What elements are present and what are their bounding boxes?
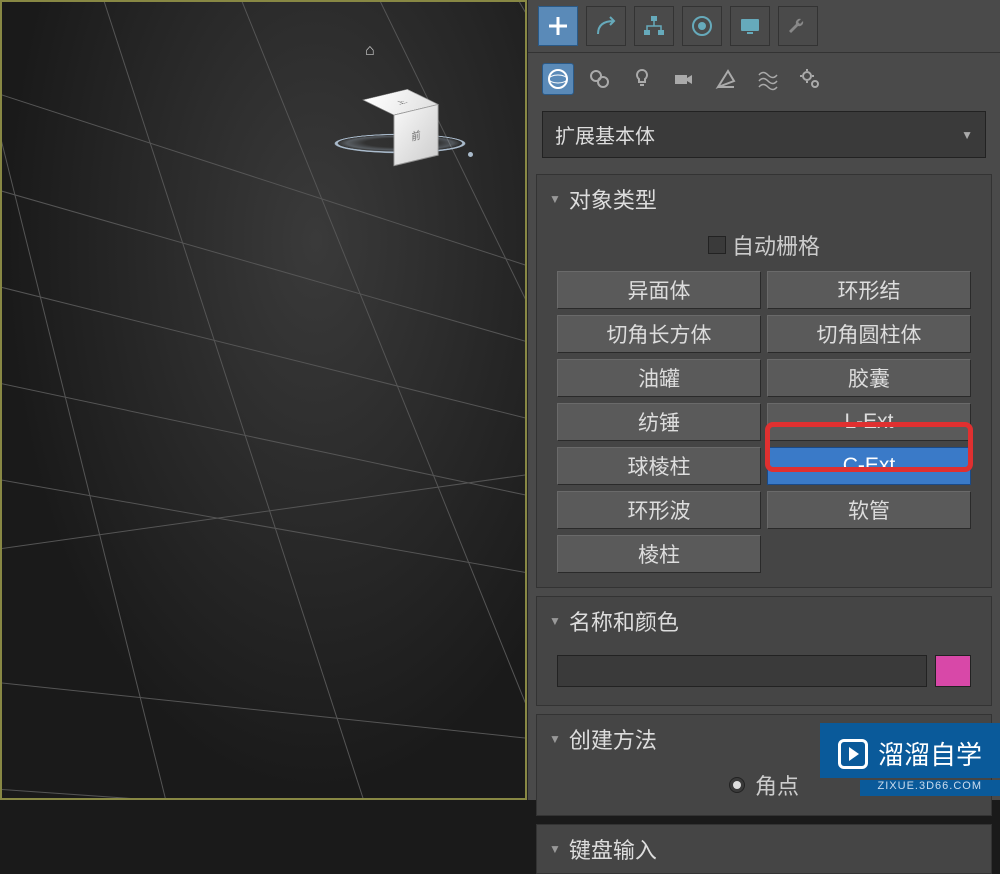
hierarchy-icon: [641, 13, 667, 39]
object-type-rollout: ▼ 对象类型 自动栅格 异面体 环形结 切角长方体 切角圆柱体 油罐 胶囊 纺锤…: [536, 174, 992, 588]
geometry-category[interactable]: [542, 63, 574, 95]
name-color-header[interactable]: ▼ 名称和颜色: [537, 597, 991, 645]
chevron-down-icon: ▼: [549, 614, 561, 628]
type-btn-ringwave[interactable]: 环形波: [557, 491, 761, 529]
viewcube-ring-dot: [468, 152, 473, 157]
modify-icon: [593, 13, 619, 39]
type-btn-oiltank[interactable]: 油罐: [557, 359, 761, 397]
camera-icon: [672, 67, 696, 91]
rollout-title: 对象类型: [569, 183, 657, 215]
geometry-subcategory-dropdown[interactable]: 扩展基本体 ▼: [542, 111, 986, 158]
command-panel-tabs: [528, 0, 1000, 53]
chevron-down-icon: ▼: [549, 842, 561, 856]
radio-label: 角点: [755, 769, 799, 801]
autogrid-checkbox[interactable]: [708, 236, 726, 254]
viewcube-front[interactable]: 前: [393, 104, 438, 166]
type-btn-spindle[interactable]: 纺锤: [557, 403, 761, 441]
home-icon[interactable]: ⌂: [365, 42, 375, 60]
corner-radio[interactable]: [729, 777, 745, 793]
object-type-header[interactable]: ▼ 对象类型: [537, 175, 991, 223]
watermark: 溜溜自学: [820, 723, 1000, 778]
wrench-icon: [785, 13, 811, 39]
helpers-category[interactable]: [710, 63, 742, 95]
type-btn-hedra[interactable]: 异面体: [557, 271, 761, 309]
type-btn-gengon[interactable]: 球棱柱: [557, 447, 761, 485]
type-btn-chamferbox[interactable]: 切角长方体: [557, 315, 761, 353]
create-categories: [528, 53, 1000, 105]
keyboard-entry-rollout: ▼ 键盘输入: [536, 824, 992, 874]
play-icon: [838, 739, 868, 769]
command-panel: 扩展基本体 ▼ ▼ 对象类型 自动栅格 异面体 环形结 切角长方体 切角圆柱体 …: [527, 0, 1000, 800]
hierarchy-tab[interactable]: [634, 6, 674, 46]
motion-icon: [689, 13, 715, 39]
utilities-tab[interactable]: [778, 6, 818, 46]
dropdown-label: 扩展基本体: [555, 120, 655, 149]
gear-icon: [798, 67, 822, 91]
keyboard-entry-header[interactable]: ▼ 键盘输入: [537, 825, 991, 873]
object-type-grid: 异面体 环形结 切角长方体 切角圆柱体 油罐 胶囊 纺锤 L-Ext 球棱柱 C…: [557, 271, 971, 573]
rollout-title: 创建方法: [569, 723, 657, 755]
chevron-down-icon: ▼: [549, 732, 561, 746]
autogrid-label: 自动栅格: [732, 229, 820, 261]
object-color-swatch[interactable]: [935, 655, 971, 687]
sphere-icon: [546, 67, 570, 91]
type-btn-chamfercyl[interactable]: 切角圆柱体: [767, 315, 971, 353]
viewcube[interactable]: ⌂ 上 前 右: [335, 62, 465, 192]
helper-icon: [714, 67, 738, 91]
lights-category[interactable]: [626, 63, 658, 95]
type-btn-cext[interactable]: C-Ext: [767, 447, 971, 485]
create-tab[interactable]: [538, 6, 578, 46]
cameras-category[interactable]: [668, 63, 700, 95]
shapes-icon: [588, 67, 612, 91]
spacewarps-category[interactable]: [752, 63, 784, 95]
type-btn-lext[interactable]: L-Ext: [767, 403, 971, 441]
watermark-text: 溜溜自学: [878, 735, 982, 772]
systems-category[interactable]: [794, 63, 826, 95]
modify-tab[interactable]: [586, 6, 626, 46]
light-icon: [630, 67, 654, 91]
rollout-title: 键盘输入: [569, 833, 657, 865]
viewport[interactable]: ⌂ 上 前 右: [0, 0, 527, 800]
type-btn-torusknot[interactable]: 环形结: [767, 271, 971, 309]
plus-icon: [545, 13, 571, 39]
display-icon: [737, 13, 763, 39]
object-name-input[interactable]: [557, 655, 927, 687]
chevron-down-icon: ▼: [961, 128, 973, 142]
display-tab[interactable]: [730, 6, 770, 46]
type-btn-capsule[interactable]: 胶囊: [767, 359, 971, 397]
spacewarp-icon: [756, 67, 780, 91]
watermark-url: ZIXUE.3D66.COM: [860, 780, 1000, 796]
chevron-down-icon: ▼: [549, 192, 561, 206]
shapes-category[interactable]: [584, 63, 616, 95]
motion-tab[interactable]: [682, 6, 722, 46]
type-btn-hose[interactable]: 软管: [767, 491, 971, 529]
type-btn-prism[interactable]: 棱柱: [557, 535, 761, 573]
rollout-title: 名称和颜色: [569, 605, 679, 637]
name-color-rollout: ▼ 名称和颜色: [536, 596, 992, 706]
